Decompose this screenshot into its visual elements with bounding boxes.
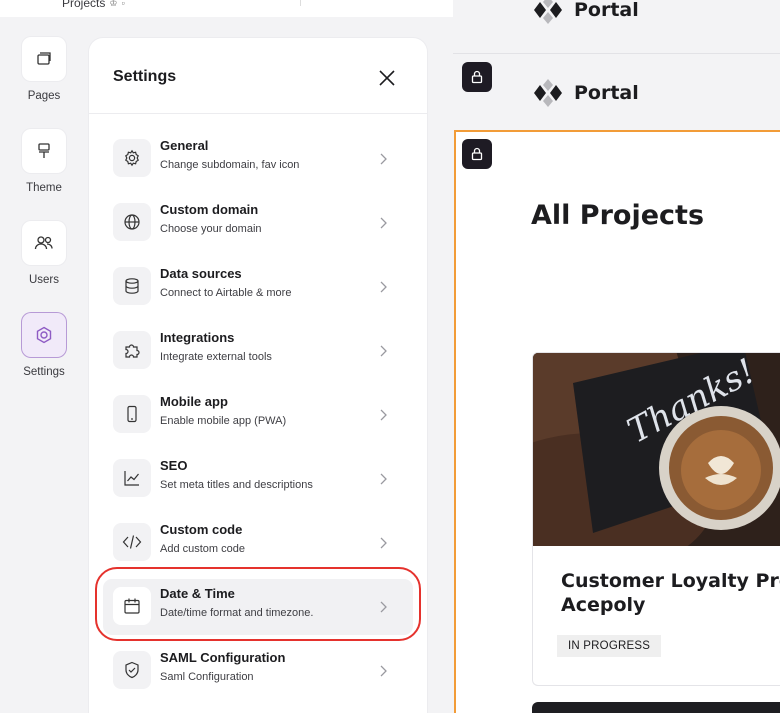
- paint-roller-icon: [38, 143, 50, 158]
- settings-item-desc: Add custom code: [160, 543, 245, 555]
- chevron-right-icon: [380, 345, 387, 357]
- gear-icon: [113, 139, 151, 177]
- settings-button[interactable]: [22, 313, 66, 357]
- rail-item-users[interactable]: Users: [0, 221, 88, 286]
- rail-item-theme[interactable]: Theme: [0, 129, 88, 194]
- chevron-right-icon: [380, 281, 387, 293]
- lock-badge[interactable]: [462, 139, 492, 169]
- project-card-next[interactable]: [532, 702, 780, 713]
- settings-item-desc: Saml Configuration: [160, 671, 254, 683]
- settings-item-custom-domain[interactable]: Custom domain Choose your domain: [103, 195, 413, 251]
- settings-item-desc: Set meta titles and descriptions: [160, 479, 313, 491]
- settings-item-title: Custom code: [160, 522, 243, 537]
- status-badge: IN PROGRESS: [557, 635, 662, 657]
- card-title-line2: Acepoly: [561, 594, 646, 616]
- settings-header: Settings: [89, 38, 427, 114]
- top-divider: [300, 0, 301, 6]
- coffee-photo: Thanks!: [533, 353, 780, 546]
- settings-item-title: Mobile app: [160, 394, 228, 409]
- theme-button[interactable]: [22, 129, 66, 173]
- pages-icon: [37, 52, 51, 65]
- settings-title: Settings: [113, 68, 177, 85]
- brand-name: Portal: [574, 0, 639, 21]
- close-icon[interactable]: [377, 68, 397, 88]
- card-title-line1: Customer Loyalty Prog: [561, 570, 780, 592]
- card-title: Customer Loyalty Prog Acepoly: [561, 569, 780, 617]
- settings-item-title: SEO: [160, 458, 188, 473]
- breadcrumb-label: Projects: [62, 0, 106, 10]
- settings-item-custom-code[interactable]: Custom code Add custom code: [103, 515, 413, 571]
- lock-icon: [471, 147, 483, 161]
- settings-item-title: Integrations: [160, 330, 235, 345]
- settings-icon: [36, 326, 52, 344]
- settings-item-general[interactable]: General Change subdomain, fav icon: [103, 131, 413, 187]
- users-icon: [34, 236, 53, 250]
- chevron-right-icon: [380, 537, 387, 549]
- rail-item-pages[interactable]: Pages: [0, 37, 88, 102]
- chevron-right-icon: [380, 665, 387, 677]
- settings-item-saml[interactable]: SAML Configuration Saml Configuration: [103, 643, 413, 699]
- shield-check-icon: [113, 651, 151, 689]
- settings-item-desc: Connect to Airtable & more: [160, 287, 292, 299]
- settings-item-desc: Enable mobile app (PWA): [160, 415, 287, 427]
- page-icon: ▫: [121, 0, 125, 8]
- rail-label-theme: Theme: [26, 182, 62, 194]
- settings-item-title: Data sources: [160, 266, 242, 281]
- database-icon: [113, 267, 151, 305]
- chevron-right-icon: [380, 473, 387, 485]
- chevron-right-icon: [380, 153, 387, 165]
- settings-item-title: Custom domain: [160, 202, 259, 217]
- brand-name: Portal: [574, 82, 639, 104]
- code-icon: [113, 523, 151, 561]
- settings-item-title: General: [160, 138, 209, 153]
- settings-item-desc: Change subdomain, fav icon: [160, 159, 300, 171]
- users-button[interactable]: [22, 221, 66, 265]
- settings-item-title: SAML Configuration: [160, 650, 286, 665]
- chart-line-icon: [113, 459, 151, 497]
- settings-item-seo[interactable]: SEO Set meta titles and descriptions: [103, 451, 413, 507]
- card-image: Thanks!: [533, 353, 780, 546]
- settings-item-data-sources[interactable]: Data sources Connect to Airtable & more: [103, 259, 413, 315]
- diamond-logo-icon: [534, 79, 562, 107]
- breadcrumb[interactable]: Projects ♔ ▫: [62, 0, 125, 10]
- rail-label-users: Users: [28, 274, 60, 286]
- lock-badge[interactable]: [462, 62, 492, 92]
- portal-logo-partial: Portal: [532, 0, 639, 24]
- section-divider: [453, 53, 780, 54]
- pages-button[interactable]: [22, 37, 66, 81]
- left-rail: Pages Theme Users Settings: [0, 17, 88, 713]
- crown-icon: ♔: [109, 0, 118, 8]
- page-title: All Projects: [531, 200, 705, 231]
- chevron-right-icon: [380, 409, 387, 421]
- portal-logo: Portal: [532, 79, 639, 107]
- mobile-icon: [113, 395, 151, 433]
- rail-item-settings[interactable]: Settings: [0, 313, 88, 378]
- highlight-ring: [95, 567, 421, 641]
- settings-item-desc: Choose your domain: [160, 223, 262, 235]
- project-card[interactable]: Thanks! Customer Loyalty Prog Acepoly IN…: [532, 352, 780, 686]
- chevron-right-icon: [380, 217, 387, 229]
- settings-item-desc: Integrate external tools: [160, 351, 272, 363]
- lock-icon: [471, 70, 483, 84]
- puzzle-icon: [113, 331, 151, 369]
- rail-label-settings: Settings: [23, 366, 65, 378]
- diamond-logo-icon: [534, 0, 562, 24]
- rail-label-pages: Pages: [27, 90, 61, 102]
- globe-icon: [113, 203, 151, 241]
- settings-item-mobile-app[interactable]: Mobile app Enable mobile app (PWA): [103, 387, 413, 443]
- settings-item-integrations[interactable]: Integrations Integrate external tools: [103, 323, 413, 379]
